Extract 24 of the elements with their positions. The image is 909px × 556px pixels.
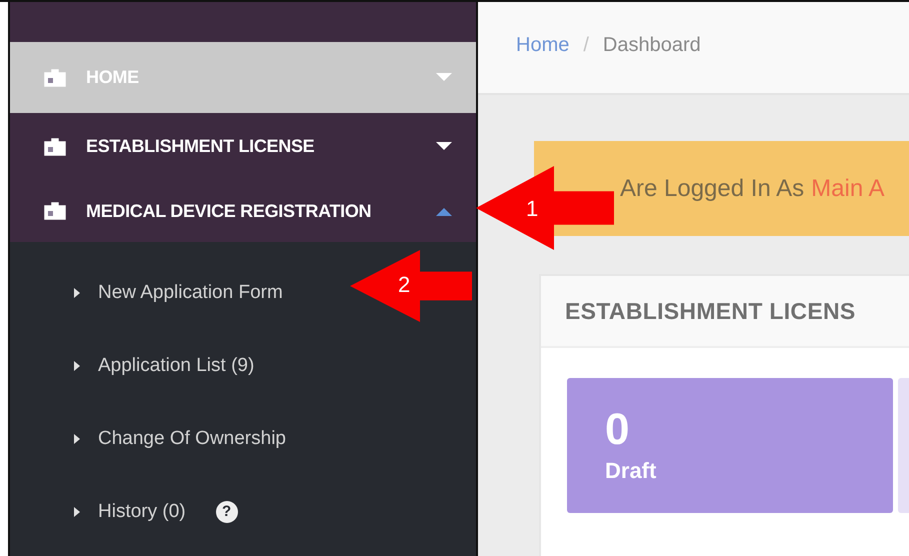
alert-text: Are Logged In As bbox=[620, 174, 804, 202]
id-card-icon bbox=[44, 202, 66, 220]
caret-right-icon bbox=[74, 506, 80, 516]
help-icon[interactable]: ? bbox=[216, 500, 238, 522]
panel-title: ESTABLISHMENT LICENS bbox=[541, 276, 909, 348]
callout-arrow: 2 bbox=[350, 250, 472, 322]
caret-icon bbox=[436, 206, 452, 216]
caret-right-icon bbox=[74, 288, 80, 298]
id-card-icon bbox=[44, 68, 66, 86]
user-role: Main A bbox=[811, 174, 885, 202]
caret-icon bbox=[436, 142, 452, 151]
breadcrumb-current: Dashboard bbox=[602, 34, 701, 57]
submenu-item[interactable]: Change Of Ownership bbox=[10, 402, 286, 475]
submenu-item[interactable]: History (0) ? bbox=[10, 475, 238, 548]
menu-section[interactable]: ESTABLISHMENT LICENSE bbox=[10, 113, 476, 180]
caret-right-icon bbox=[74, 360, 80, 370]
submenu-item[interactable]: New Application Form bbox=[10, 256, 283, 329]
submenu-item[interactable]: Application List (9) bbox=[10, 329, 254, 402]
caret-icon bbox=[436, 73, 452, 82]
id-card-icon bbox=[44, 138, 66, 156]
breadcrumb-separator: / bbox=[583, 34, 589, 57]
caret-right-icon bbox=[74, 434, 80, 444]
menu-section[interactable]: MEDICAL DEVICE REGISTRATION bbox=[10, 180, 476, 242]
callout-arrow: 1 bbox=[476, 166, 614, 250]
